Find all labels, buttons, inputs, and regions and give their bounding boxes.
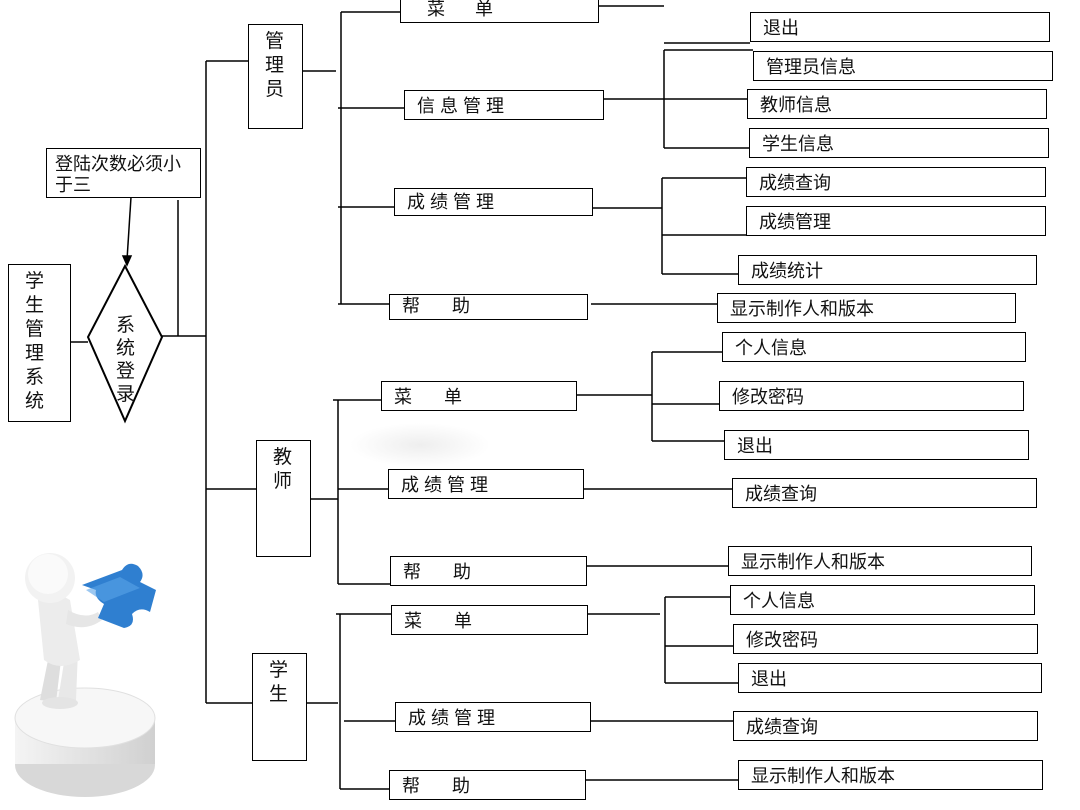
student-grades-label: 成绩管理 xyxy=(408,708,500,729)
person-with-puzzle-icon xyxy=(14,553,156,797)
login-label: 系统登录 xyxy=(116,314,136,405)
admin-info: 信息管理 xyxy=(404,90,604,120)
teacher-help-label: 帮 助 xyxy=(403,562,478,583)
role-student: 学生 xyxy=(252,653,307,761)
admin-grades: 成绩管理 xyxy=(394,188,593,216)
student-help-item-about: 显示制作人和版本 xyxy=(738,760,1043,790)
teacher-help-item-about: 显示制作人和版本 xyxy=(728,546,1032,576)
admin-grades-item-stats: 成绩统计 xyxy=(738,255,1037,285)
admin-help-label: 帮 助 xyxy=(402,296,477,317)
admin-grades-item-manage: 成绩管理 xyxy=(746,206,1046,236)
teacher-menu-item-password: 修改密码 xyxy=(719,381,1024,411)
admin-help: 帮 助 xyxy=(389,294,588,320)
teacher-grades: 成绩管理 xyxy=(388,469,584,499)
admin-info-item-admin-label: 管理员信息 xyxy=(766,57,856,78)
admin-menu-item-exit-label: 退出 xyxy=(763,18,799,39)
teacher-help-item-about-label: 显示制作人和版本 xyxy=(741,552,885,573)
student-help-label: 帮 助 xyxy=(402,776,477,797)
teacher-grades-item-query: 成绩查询 xyxy=(732,478,1037,508)
student-help-item-about-label: 显示制作人和版本 xyxy=(751,766,895,787)
login-note-text: 登陆次数必须小于三 xyxy=(55,154,181,196)
teacher-grades-label: 成绩管理 xyxy=(401,475,493,496)
student-menu-item-password-label: 修改密码 xyxy=(746,630,818,651)
student-menu: 菜 单 xyxy=(391,605,588,635)
student-menu-item-exit: 退出 xyxy=(738,663,1042,693)
root-node: 学生管理系统 xyxy=(8,264,71,422)
admin-info-label: 信息管理 xyxy=(417,96,509,117)
admin-grades-item-stats-label: 成绩统计 xyxy=(751,261,823,282)
admin-info-item-student: 学生信息 xyxy=(749,128,1049,158)
admin-info-item-teacher: 教师信息 xyxy=(747,89,1047,119)
teacher-menu-item-password-label: 修改密码 xyxy=(732,387,804,408)
role-student-label: 学生 xyxy=(269,659,289,705)
admin-menu-label: 菜 单 xyxy=(427,0,499,20)
teacher-menu-item-exit-label: 退出 xyxy=(737,436,773,457)
teacher-menu-item-profile-label: 个人信息 xyxy=(735,338,807,359)
student-grades-item-query: 成绩查询 xyxy=(733,711,1038,741)
root-label: 学生管理系统 xyxy=(25,270,45,412)
teacher-menu: 菜 单 xyxy=(381,381,577,411)
admin-info-item-teacher-label: 教师信息 xyxy=(760,95,832,116)
admin-help-item-about-label: 显示制作人和版本 xyxy=(730,299,874,320)
student-menu-label: 菜 单 xyxy=(404,611,479,632)
admin-info-item-admin: 管理员信息 xyxy=(753,51,1053,81)
admin-grades-item-manage-label: 成绩管理 xyxy=(759,212,831,233)
role-admin: 管理员 xyxy=(248,24,303,129)
student-grades: 成绩管理 xyxy=(395,702,591,732)
login-note: 登陆次数必须小于三 xyxy=(46,148,201,198)
teacher-grades-item-query-label: 成绩查询 xyxy=(745,484,817,505)
teacher-menu-label: 菜 单 xyxy=(394,387,469,408)
student-menu-item-profile: 个人信息 xyxy=(730,585,1035,615)
admin-info-item-student-label: 学生信息 xyxy=(762,134,834,155)
admin-grades-item-query-label: 成绩查询 xyxy=(759,173,831,194)
admin-menu: 菜 单 xyxy=(400,0,599,23)
role-admin-label: 管理员 xyxy=(265,30,285,100)
role-teacher-label: 教师 xyxy=(273,446,293,492)
login-decision: 系统登录 xyxy=(116,314,135,406)
student-help: 帮 助 xyxy=(389,770,586,800)
admin-menu-item-exit: 退出 xyxy=(750,12,1050,42)
role-teacher: 教师 xyxy=(256,440,311,557)
admin-help-item-about: 显示制作人和版本 xyxy=(717,293,1016,323)
student-menu-item-exit-label: 退出 xyxy=(751,669,787,690)
admin-grades-item-query: 成绩查询 xyxy=(746,167,1046,197)
student-menu-item-password: 修改密码 xyxy=(733,624,1038,654)
admin-grades-label: 成绩管理 xyxy=(407,192,499,213)
student-grades-item-query-label: 成绩查询 xyxy=(746,717,818,738)
teacher-help: 帮 助 xyxy=(390,556,587,586)
teacher-menu-item-profile: 个人信息 xyxy=(722,332,1026,362)
student-menu-item-profile-label: 个人信息 xyxy=(743,591,815,612)
teacher-menu-item-exit: 退出 xyxy=(724,430,1029,460)
